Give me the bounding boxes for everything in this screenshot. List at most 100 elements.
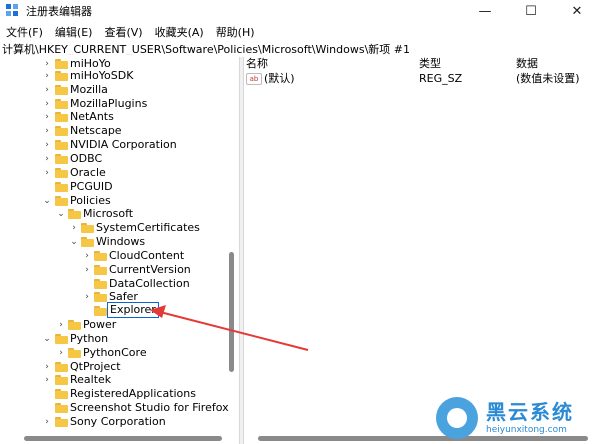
expand-arrow-icon[interactable]: › (42, 152, 52, 166)
collapse-arrow-icon[interactable]: ⌄ (42, 194, 52, 208)
title-bar: 注册表编辑器 — ☐ ✕ (0, 0, 600, 22)
regedit-app-icon (6, 4, 20, 18)
address-bar[interactable]: 计算机\HKEY_CURRENT_USER\Software\Policies\… (2, 41, 598, 55)
folder-icon (55, 362, 68, 372)
minimize-button[interactable]: — (462, 0, 508, 22)
menu-file[interactable]: 文件(F) (0, 24, 49, 40)
expand-arrow-icon[interactable]: › (42, 110, 52, 124)
value-data: (数值未设置) (516, 72, 580, 85)
scrollbar-thumb[interactable] (229, 252, 234, 372)
tree-item-label: SystemCertificates (96, 221, 200, 234)
tree-item-label: Oracle (70, 166, 106, 179)
expand-arrow-icon[interactable]: › (42, 360, 52, 374)
tree-item-label: Microsoft (83, 207, 134, 220)
folder-icon (81, 237, 94, 247)
tree-item-label: QtProject (70, 360, 121, 373)
tree-item-label: CurrentVersion (109, 263, 191, 276)
folder-icon (55, 168, 68, 178)
tree-item-label: Netscape (70, 124, 122, 137)
close-button[interactable]: ✕ (554, 0, 600, 22)
expand-arrow-icon[interactable]: › (56, 318, 66, 332)
tree-item-label: PythonCore (83, 346, 147, 359)
folder-icon (55, 417, 68, 427)
folder-icon (68, 320, 81, 330)
expand-arrow-icon[interactable]: › (69, 221, 79, 235)
folder-icon (55, 71, 68, 81)
tree-item-label: Screenshot Studio for Firefox (70, 401, 229, 414)
tree-item-label: MozillaPlugins (70, 97, 148, 110)
column-header-name[interactable]: 名称 (246, 57, 268, 71)
maximize-button[interactable]: ☐ (508, 0, 554, 22)
expand-arrow-icon[interactable]: › (42, 69, 52, 83)
values-list: 名称 类型 数据 ab (默认) REG_SZ (数值未设置) (244, 57, 600, 444)
expand-arrow-icon[interactable]: › (42, 83, 52, 97)
menu-view[interactable]: 查看(V) (98, 24, 148, 40)
menu-help[interactable]: 帮助(H) (210, 24, 261, 40)
expand-arrow-icon[interactable]: › (82, 263, 92, 277)
tree-item-label: Python (70, 332, 109, 345)
rename-key-input[interactable]: Explorer (107, 302, 159, 318)
menu-edit[interactable]: 编辑(E) (49, 24, 99, 40)
tree-vertical-scrollbar[interactable] (226, 57, 236, 432)
expand-arrow-icon[interactable]: › (42, 97, 52, 111)
tree-item-label: RegisteredApplications (70, 387, 196, 400)
folder-icon (55, 403, 68, 413)
menu-favorites[interactable]: 收藏夹(A) (149, 24, 210, 40)
column-header-data[interactable]: 数据 (516, 57, 538, 71)
watermark: 黑云系统 heiyunxitong.com (436, 394, 596, 442)
column-header-type[interactable]: 类型 (419, 57, 441, 71)
window-title: 注册表编辑器 (26, 5, 92, 18)
registry-tree: › miHoYo › miHoYoSDK › Mozilla › Mozilla… (0, 57, 238, 444)
folder-icon (55, 334, 68, 344)
expand-arrow-icon[interactable]: › (42, 124, 52, 138)
folder-icon (55, 182, 68, 192)
collapse-arrow-icon[interactable]: ⌄ (56, 207, 66, 221)
folder-icon (55, 99, 68, 109)
folder-icon (55, 59, 68, 69)
tree-item-label: miHoYoSDK (70, 69, 134, 82)
folder-icon (55, 196, 68, 206)
tree-horizontal-scrollbar[interactable] (0, 432, 238, 444)
folder-icon (94, 306, 107, 316)
tree-item-label: ODBC (70, 152, 103, 165)
tree-item-label: PCGUID (70, 180, 113, 193)
expand-arrow-icon[interactable]: › (82, 249, 92, 263)
collapse-arrow-icon[interactable]: ⌄ (69, 235, 79, 249)
tree-item-label: NVIDIA Corporation (70, 138, 177, 151)
tree-item-label: CloudContent (109, 249, 185, 262)
folder-icon (94, 279, 107, 289)
value-name-cell: ab (默认) (246, 72, 295, 86)
folder-icon (68, 209, 81, 219)
expand-arrow-icon[interactable]: › (56, 346, 66, 360)
expand-arrow-icon[interactable]: › (42, 373, 52, 387)
scrollbar-thumb[interactable] (24, 436, 222, 441)
expand-arrow-icon[interactable]: › (42, 415, 52, 429)
menu-bar: 文件(F) 编辑(E) 查看(V) 收藏夹(A) 帮助(H) (0, 23, 261, 41)
watermark-logo-icon (436, 397, 478, 439)
expand-arrow-icon[interactable]: › (42, 166, 52, 180)
tree-item-label: Mozilla (70, 83, 108, 96)
folder-icon (81, 223, 94, 233)
tree-item-label: Windows (96, 235, 146, 248)
tree-item-label: Sony Corporation (70, 415, 166, 428)
folder-icon (68, 348, 81, 358)
collapse-arrow-icon[interactable]: ⌄ (42, 332, 52, 346)
folder-icon (94, 251, 107, 261)
tree-item-label: DataCollection (109, 277, 190, 290)
folder-icon (55, 375, 68, 385)
value-name: (默认) (264, 72, 295, 85)
tree-item-label: Policies (70, 194, 111, 207)
folder-icon (55, 389, 68, 399)
tree-item-label: NetAnts (70, 110, 114, 123)
folder-icon (55, 112, 68, 122)
folder-icon (55, 85, 68, 95)
folder-icon (55, 140, 68, 150)
tree-item-label: Realtek (70, 373, 112, 386)
folder-icon (55, 154, 68, 164)
caption-buttons: — ☐ ✕ (462, 0, 600, 22)
watermark-title: 黑云系统 (486, 400, 574, 424)
value-type: REG_SZ (419, 72, 463, 85)
expand-arrow-icon[interactable]: › (82, 290, 92, 304)
tree-item-label: Power (83, 318, 117, 331)
expand-arrow-icon[interactable]: › (42, 138, 52, 152)
